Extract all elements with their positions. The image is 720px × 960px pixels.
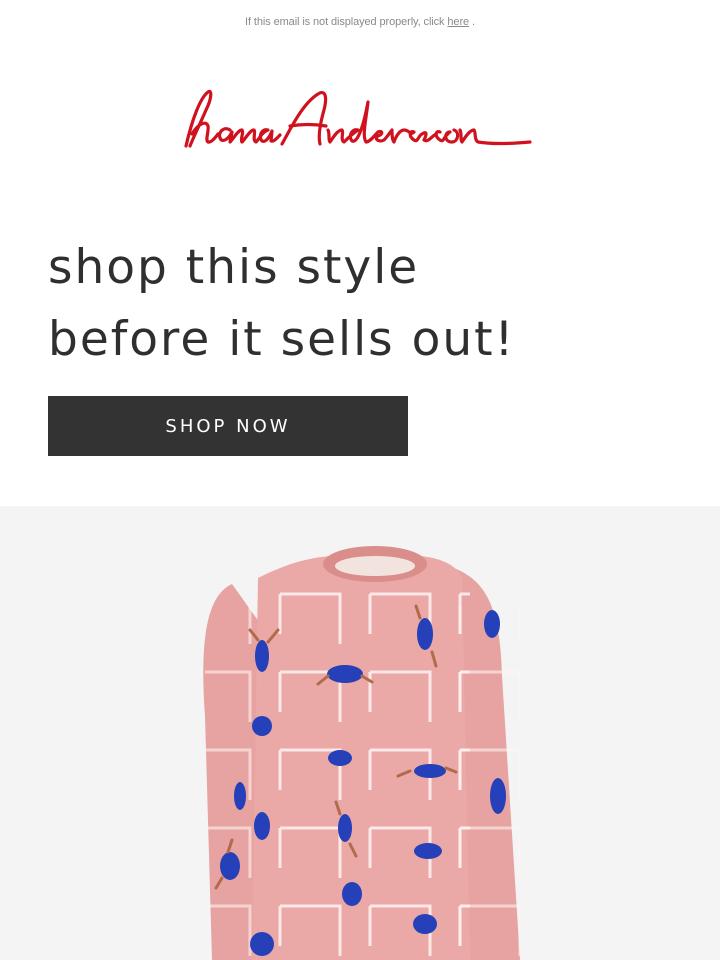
- pajama-top-illustration: [203, 546, 520, 960]
- product-image[interactable]: [0, 506, 720, 960]
- shop-now-button[interactable]: SHOP NOW: [48, 396, 408, 456]
- preheader-trail: .: [469, 16, 475, 28]
- view-in-browser-link[interactable]: here: [447, 16, 469, 28]
- headline-line-2: before it sells out!: [48, 312, 516, 367]
- preheader-text: If this email is not displayed properly,…: [245, 16, 445, 28]
- headline: shop this style before it sells out!: [48, 232, 668, 376]
- hanna-andersson-logo[interactable]: [178, 80, 542, 160]
- preheader: If this email is not displayed properly,…: [0, 16, 720, 28]
- headline-line-1: shop this style: [48, 240, 420, 295]
